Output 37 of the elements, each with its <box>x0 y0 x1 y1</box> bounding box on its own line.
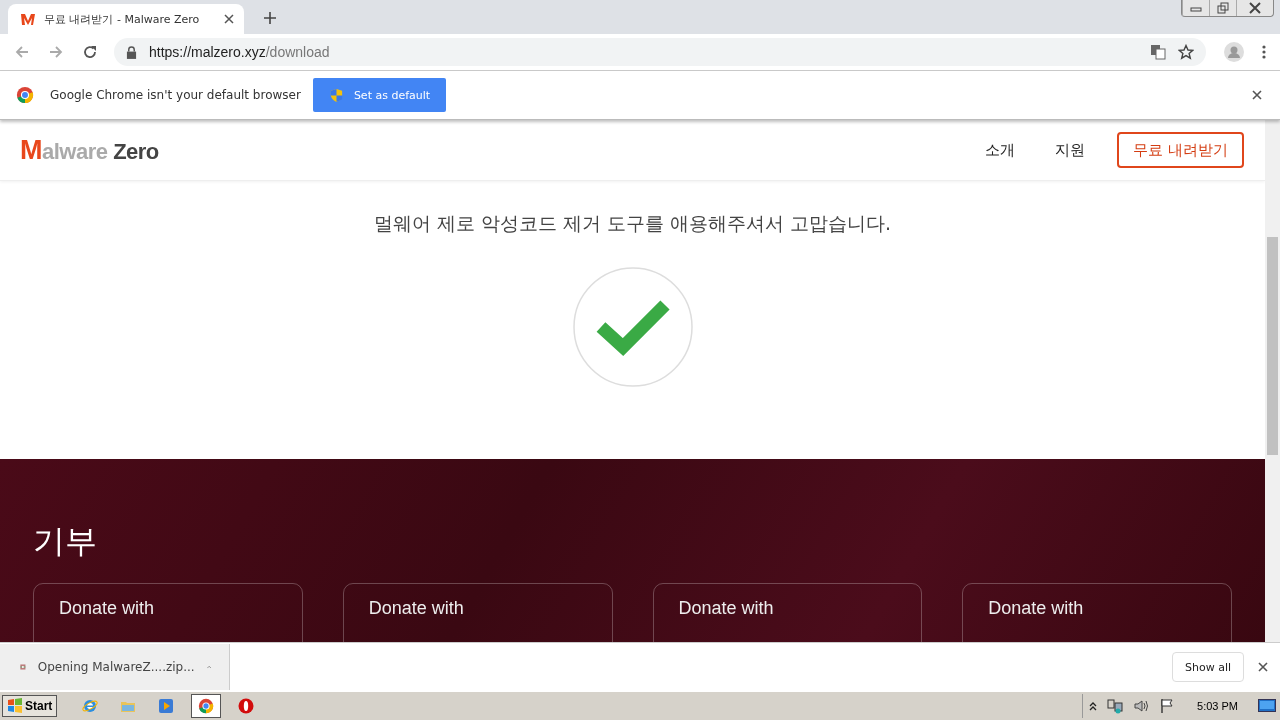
scrollbar[interactable] <box>1265 120 1280 642</box>
new-tab-icon[interactable] <box>264 12 276 24</box>
address-bar[interactable]: https://malzero.xyz/download <box>114 38 1206 66</box>
download-button[interactable]: 무료 내려받기 <box>1117 132 1244 168</box>
donate-card[interactable]: Donate with <box>342 583 613 642</box>
infobar-message: Google Chrome isn't your default browser <box>50 88 301 102</box>
checkmark-icon <box>572 267 693 387</box>
thank-you-message: 멀웨어 제로 악성코드 제거 도구를 애용해주셔서 고맙습니다. <box>373 211 892 236</box>
site-favicon-icon <box>20 11 36 27</box>
show-desktop-icon[interactable] <box>1258 699 1276 713</box>
menu-icon[interactable] <box>1262 44 1266 60</box>
star-icon[interactable] <box>1178 44 1194 60</box>
reload-icon[interactable] <box>82 44 98 60</box>
clock[interactable]: 5:03 PM <box>1197 700 1238 712</box>
donate-card[interactable]: Donate with <box>652 583 923 642</box>
profile-icon[interactable] <box>1224 42 1244 62</box>
close-tab-icon[interactable] <box>224 14 234 24</box>
site-logo[interactable]: Malware Zero <box>20 134 159 166</box>
speaker-icon[interactable] <box>1133 698 1150 714</box>
chrome-logo-icon <box>16 86 34 104</box>
start-button[interactable]: Start <box>2 695 58 717</box>
show-all-button[interactable]: Show all <box>1171 652 1244 682</box>
close-icon[interactable] <box>1258 662 1268 672</box>
chrome-logo-icon[interactable] <box>191 694 222 718</box>
shield-icon <box>328 87 344 103</box>
close-icon[interactable] <box>1252 90 1262 100</box>
network-icon[interactable] <box>1107 698 1124 714</box>
donate-heading: 기부 <box>33 521 98 561</box>
set-default-button[interactable]: Set as default <box>312 78 447 112</box>
flag-icon[interactable] <box>1159 698 1176 714</box>
browser-tab[interactable]: 무료 내려받기 - Malware Zero <box>8 4 244 34</box>
nav-link[interactable]: 지원 <box>1055 140 1086 160</box>
download-item[interactable]: Opening MalwareZ....zip... <box>0 644 230 690</box>
windows-logo-icon <box>7 698 23 714</box>
chevron-up-icon[interactable] <box>1089 701 1098 711</box>
lock-icon <box>126 45 137 59</box>
nav-link[interactable]: 소개 <box>985 140 1016 160</box>
